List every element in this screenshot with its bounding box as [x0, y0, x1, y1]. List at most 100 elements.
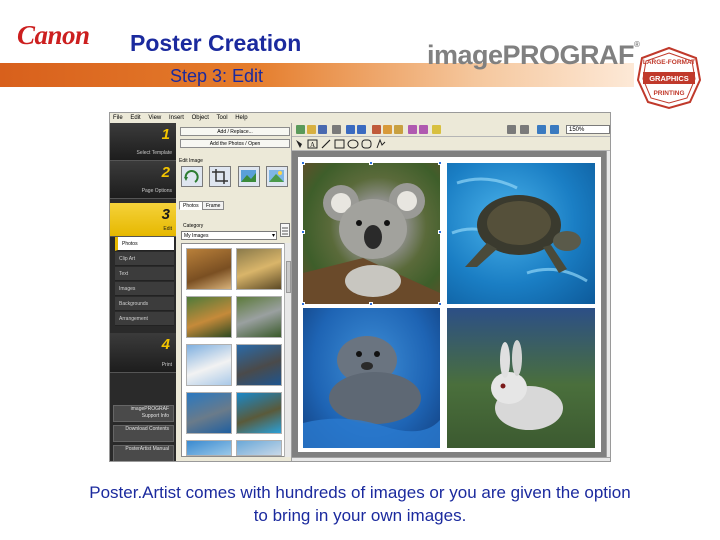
- subitem-text[interactable]: Text: [115, 267, 174, 281]
- photo-koala[interactable]: [303, 163, 440, 304]
- step-number: 3: [161, 206, 170, 223]
- rounded-rect-tool-icon[interactable]: [361, 139, 372, 149]
- image-adjust-tool-icon[interactable]: [238, 166, 260, 187]
- download-contents-button[interactable]: Download Contents: [113, 425, 174, 442]
- canon-logo: Canon: [17, 20, 90, 50]
- selection-handle[interactable]: [438, 230, 442, 234]
- gallery-scrollbar[interactable]: [284, 243, 291, 457]
- scroll-thumb[interactable]: [286, 261, 291, 293]
- photo-seal[interactable]: [303, 308, 440, 448]
- poster-canvas[interactable]: [292, 151, 610, 461]
- thumbnail-lion[interactable]: [186, 248, 232, 290]
- step-3-edit[interactable]: 3 Edit: [110, 203, 176, 237]
- subitem-arrangement[interactable]: Arrangement: [115, 312, 174, 326]
- menu-view[interactable]: View: [148, 115, 161, 121]
- thumbnail-seal[interactable]: [186, 392, 232, 434]
- thumbnail-dolphins[interactable]: [236, 344, 282, 386]
- step-label: Print: [161, 362, 172, 368]
- step-number: 1: [161, 126, 170, 143]
- redo-icon[interactable]: [357, 125, 366, 134]
- menu-insert[interactable]: Insert: [169, 115, 184, 121]
- thumbnail-turtle[interactable]: [236, 392, 282, 434]
- select-arrow-icon[interactable]: [296, 140, 302, 148]
- brand-light: image: [427, 40, 503, 70]
- menu-file[interactable]: File: [113, 115, 123, 121]
- large-format-graphics-badge: LARGE-FORMAT GRAPHICS PRINTING: [636, 46, 702, 110]
- selection-handle[interactable]: [369, 302, 373, 306]
- selection-handle[interactable]: [438, 161, 442, 165]
- photo-rabbit[interactable]: [447, 308, 595, 448]
- selection-handle[interactable]: [301, 161, 305, 165]
- subitem-photos[interactable]: Photos: [115, 237, 174, 251]
- add-replace-button[interactable]: Add / Replace...: [180, 127, 290, 136]
- copy-icon[interactable]: [383, 125, 392, 134]
- step-1-select-template[interactable]: 1 Select Template: [110, 123, 176, 161]
- subitem-backgrounds[interactable]: Backgrounds: [115, 297, 174, 311]
- open-icon[interactable]: [307, 125, 316, 134]
- new-icon[interactable]: [296, 125, 305, 134]
- save-icon[interactable]: [318, 125, 327, 134]
- selection-handle[interactable]: [369, 161, 373, 165]
- group-icon[interactable]: [432, 125, 441, 134]
- selection-handle[interactable]: [438, 302, 442, 306]
- step-number: 2: [161, 164, 170, 181]
- crop-tool-icon[interactable]: [209, 166, 231, 187]
- align-icon[interactable]: [507, 125, 516, 134]
- edit-image-label: Edit Image: [179, 158, 203, 164]
- canvas-horizontal-scrollbar[interactable]: [292, 457, 610, 461]
- slide-title: Poster Creation: [130, 30, 302, 56]
- badge-text-middle: GRAPHICS: [649, 74, 689, 83]
- list-view-icon[interactable]: [280, 223, 290, 237]
- ellipse-tool-icon[interactable]: [347, 139, 359, 149]
- thumbnail-polar-bear[interactable]: [186, 344, 232, 386]
- selection-handle[interactable]: [301, 230, 305, 234]
- undo-icon[interactable]: [346, 125, 355, 134]
- image-effect-tool-icon[interactable]: [266, 166, 288, 187]
- thumbnail-partial[interactable]: [236, 440, 282, 456]
- menu-help[interactable]: Help: [235, 115, 247, 121]
- imageprograf-logo: imagePROGRAF®: [427, 40, 640, 71]
- send-back-icon[interactable]: [419, 125, 428, 134]
- thumbnail-cheetah[interactable]: [236, 248, 282, 290]
- support-info-button[interactable]: imagePROGRAF Support Info: [113, 405, 174, 422]
- category-select[interactable]: My Images: [181, 231, 277, 240]
- rectangle-tool-icon[interactable]: [334, 139, 345, 149]
- poster-sheet[interactable]: [298, 157, 601, 452]
- step-number: 4: [161, 336, 170, 353]
- zoom-out-icon[interactable]: [550, 125, 559, 134]
- zoom-in-icon[interactable]: [537, 125, 546, 134]
- line-tool-icon[interactable]: [321, 139, 331, 149]
- canvas-vertical-scrollbar[interactable]: [606, 151, 610, 457]
- manual-button[interactable]: PosterArtist Manual: [113, 445, 174, 461]
- distribute-icon[interactable]: [520, 125, 529, 134]
- brand-bold: PROGRAF: [502, 40, 635, 70]
- menu-edit[interactable]: Edit: [130, 115, 140, 121]
- step-4-print[interactable]: 4 Print: [110, 333, 176, 373]
- paste-icon[interactable]: [394, 125, 403, 134]
- photo-turtle[interactable]: [447, 163, 595, 304]
- print-icon[interactable]: [332, 125, 341, 134]
- menu-tool[interactable]: Tool: [217, 115, 228, 121]
- subitem-images[interactable]: Images: [115, 282, 174, 296]
- tab-frame[interactable]: Frame: [202, 201, 225, 210]
- thumbnail-partial[interactable]: [186, 440, 232, 456]
- subitem-clip-art[interactable]: Clip Art: [115, 252, 174, 266]
- posterartist-window: File Edit View Insert Object Tool Help 1…: [109, 112, 611, 462]
- selection-handle[interactable]: [301, 302, 305, 306]
- edit-panel: Add / Replace... Add the Photos / Open E…: [176, 123, 292, 461]
- add-photos-button[interactable]: Add the Photos / Open: [180, 139, 290, 148]
- tab-photos[interactable]: Photos: [179, 201, 203, 210]
- rotate-tool-icon[interactable]: [181, 166, 203, 187]
- freehand-tool-icon[interactable]: [376, 138, 386, 149]
- badge-text-bottom: PRINTING: [653, 90, 684, 97]
- drawing-toolbar: A: [292, 137, 610, 151]
- thumbnail-tiger[interactable]: [186, 296, 232, 338]
- thumbnail-koala[interactable]: [236, 296, 282, 338]
- menu-bar: File Edit View Insert Object Tool Help: [110, 113, 610, 123]
- image-gallery: [181, 243, 285, 457]
- cut-icon[interactable]: [372, 125, 381, 134]
- menu-object[interactable]: Object: [192, 115, 209, 121]
- bring-front-icon[interactable]: [408, 125, 417, 134]
- zoom-select[interactable]: 150%: [566, 125, 610, 134]
- step-2-page-options[interactable]: 2 Page Options: [110, 161, 176, 199]
